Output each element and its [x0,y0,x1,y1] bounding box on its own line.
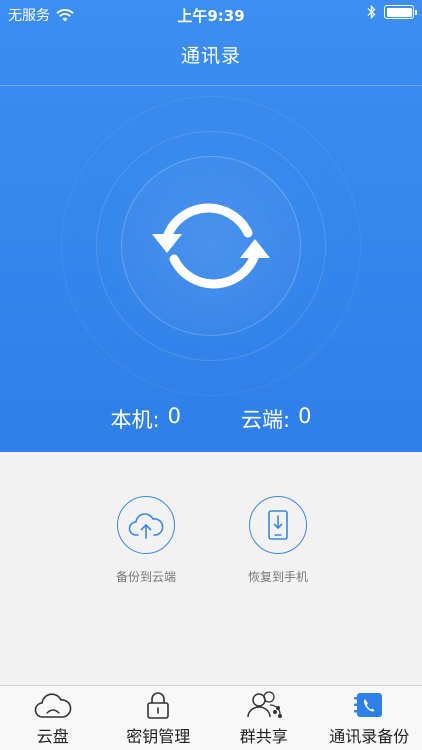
cloud-upload-icon [128,513,164,539]
backup-label: 备份到云端 [115,570,176,584]
restore-to-phone-button[interactable]: 恢复到手机 [218,496,338,585]
cloud-count-label: 云端: [241,408,291,432]
local-count-value: 0 [167,404,181,428]
tab-key-management[interactable]: 密钥管理 [106,686,212,750]
tab-bar: 云盘 密钥管理 群共享 通讯录备份 [0,685,422,750]
tab-label: 云盘 [36,727,69,746]
local-count-label: 本机: [110,408,160,432]
tab-cloud-drive[interactable]: 云盘 [0,686,106,750]
tab-label: 密钥管理 [126,727,191,746]
contacts-backup-icon [354,693,383,717]
tab-label: 群共享 [239,727,288,746]
contact-counts: 本机: 0 云端: 0 [0,404,422,434]
cloud-count-value: 0 [298,404,312,428]
restore-button-circle[interactable] [249,496,307,554]
hero-panel: 无服务 上午9:39 通讯录 本机: 0 云端: 0 [0,0,422,452]
action-area: 备份到云端 恢复到手机 [0,496,422,596]
clock: 上午9:39 [177,7,245,25]
sync-area [0,86,422,396]
bluetooth-icon [367,5,376,19]
cloud-count: 云端: 0 [241,404,311,434]
backup-button-circle[interactable] [117,496,175,554]
local-count: 本机: 0 [111,404,181,434]
lock-icon [147,692,170,719]
sync-icon[interactable] [136,171,286,321]
phone-download-icon [268,510,288,540]
tab-label: 通讯录备份 [329,727,410,746]
group-icon [247,691,282,718]
battery-icon [384,5,417,19]
nav-bar: 通讯录 [0,28,422,86]
tab-contacts-backup[interactable]: 通讯录备份 [317,686,422,750]
status-bar: 无服务 上午9:39 [0,0,422,28]
page-title: 通讯录 [180,45,241,67]
cloud-icon [34,693,72,718]
backup-to-cloud-button[interactable]: 备份到云端 [86,496,206,585]
tab-group-share[interactable]: 群共享 [211,686,317,750]
restore-label: 恢复到手机 [247,570,308,584]
